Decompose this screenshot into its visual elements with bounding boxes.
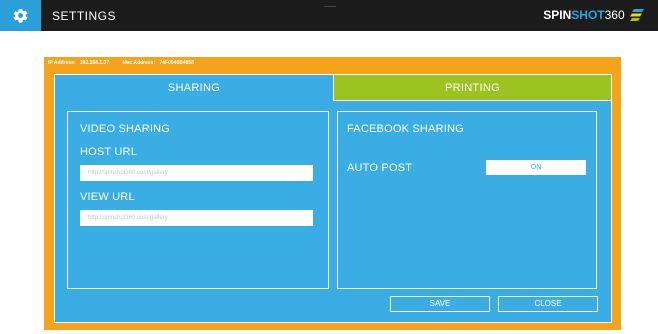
window-grab-handle[interactable] — [324, 6, 336, 7]
gear-icon — [13, 8, 28, 23]
mac-address-value: 74F0946B4858 — [159, 60, 194, 66]
auto-post-label: AUTO POST — [347, 162, 413, 174]
view-url-label: VIEW URL — [80, 191, 135, 203]
host-url-label: HOST URL — [80, 146, 138, 158]
settings-panel: SHARING PRINTING VIDEO SHARING HOST URL … — [54, 74, 612, 323]
mac-address-label: Mac Address: — [122, 60, 156, 66]
facebook-sharing-heading: FACEBOOK SHARING — [347, 123, 464, 135]
brand-stripes-icon — [630, 9, 644, 21]
brand-text-spin: SPIN — [543, 8, 572, 22]
close-button[interactable]: CLOSE — [498, 296, 598, 312]
save-button[interactable]: SAVE — [390, 296, 490, 312]
tab-printing[interactable]: PRINTING — [333, 75, 611, 101]
ip-address-label: IP Address: — [48, 60, 76, 66]
settings-button[interactable] — [0, 0, 41, 31]
settings-dialog: IP Address: 192.168.1.37 Mac Address: 74… — [44, 57, 621, 330]
host-url-input[interactable]: http://spinshot360.com/gallery — [80, 165, 313, 181]
ip-address-value: 192.168.1.37 — [79, 60, 110, 66]
video-sharing-heading: VIDEO SHARING — [80, 123, 171, 135]
auto-post-toggle[interactable]: ON — [486, 160, 586, 175]
video-sharing-section: VIDEO SHARING HOST URL http://spinshot36… — [67, 111, 329, 289]
page-title: SETTINGS — [52, 9, 117, 23]
view-url-input[interactable]: http://spinshot360.com/gallery — [80, 210, 313, 226]
brand-text-shot: SHOT — [571, 8, 605, 22]
network-info: IP Address: 192.168.1.37 Mac Address: 74… — [48, 60, 197, 66]
facebook-sharing-section: FACEBOOK SHARING AUTO POST ON — [337, 111, 597, 289]
brand-text-360: 360 — [604, 8, 625, 22]
brand-logo: SPINSHOT360 — [543, 8, 644, 22]
app-header: SETTINGS SPINSHOT360 — [0, 0, 658, 31]
tab-sharing[interactable]: SHARING — [55, 75, 333, 101]
